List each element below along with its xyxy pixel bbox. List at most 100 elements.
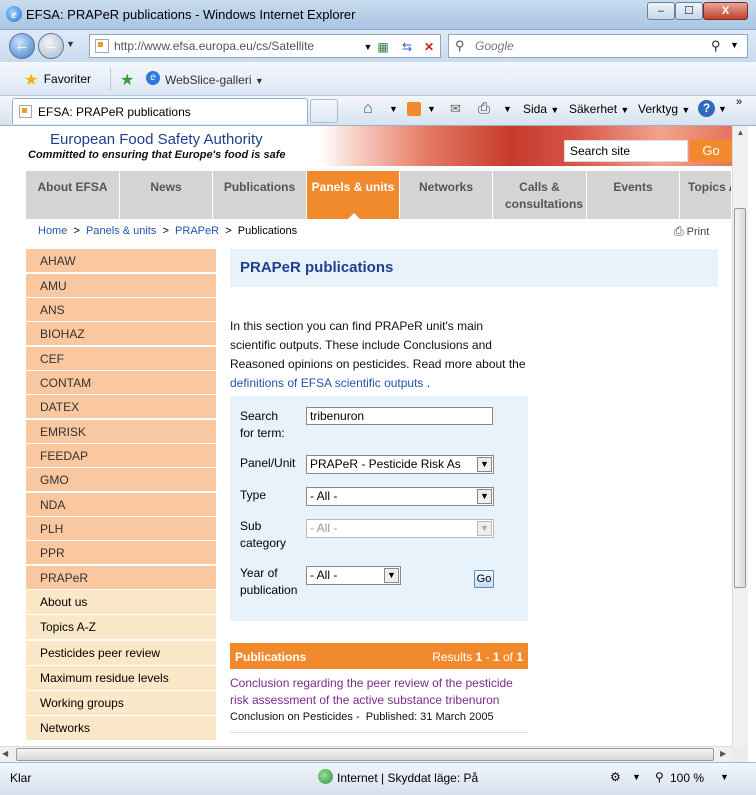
sidebar-item-emrisk[interactable]: EMRISK [26,420,216,444]
search-box[interactable]: ⚲ Google ⚲ ▼ [448,34,748,58]
address-url: http://www.efsa.europa.eu/cs/Satellite [114,39,315,53]
help-icon[interactable]: ? [698,100,715,117]
add-favorite-icon[interactable]: ★ [120,70,134,90]
nav-about-efsa[interactable]: About EFSA [26,171,120,219]
home-icon[interactable]: ⌂ [363,100,373,118]
nav-networks[interactable]: Networks [400,171,493,219]
horizontal-scrollbar[interactable]: ◀ ▶ [0,746,732,762]
favorites-button[interactable]: ★ Favoriter [24,70,91,90]
favorites-bar: ★ Favoriter ★ e WebSlice-galleri ▼ [0,62,756,96]
sidebar-item-cef[interactable]: CEF [26,347,216,371]
sidebar-item-gmo[interactable]: GMO [26,468,216,492]
sidebar-item-datex[interactable]: DATEX [26,395,216,419]
sidebar-item-plh[interactable]: PLH [26,517,216,541]
scroll-corner [732,746,748,762]
tools-menu[interactable]: Verktyg ▼ [638,102,690,116]
forward-button[interactable]: → [38,33,64,59]
horizontal-scroll-thumb[interactable] [16,748,714,761]
nav-publications[interactable]: Publications [213,171,307,219]
mode-dropdown-icon[interactable]: ▼ [632,772,641,782]
print-dropdown-icon[interactable]: ▼ [503,104,512,114]
page-menu[interactable]: Sida ▼ [523,102,559,116]
definitions-link[interactable]: definitions of EFSA scientific outputs [230,376,423,390]
sidebar-item-mrl[interactable]: Maximum residue levels [26,666,216,691]
breadcrumb-praper[interactable]: PRAPeR [175,225,219,237]
search-go-button[interactable]: Go [474,570,494,588]
ie-small-icon: e [146,71,160,85]
nav-calls-consultations[interactable]: Calls & consultations [493,171,587,219]
sidebar-item-nda[interactable]: NDA [26,493,216,517]
back-button[interactable]: ← [9,33,35,59]
home-dropdown-icon[interactable]: ▼ [389,104,398,114]
search-term-input[interactable]: tribenuron [306,407,493,425]
chevron-down-icon: ▼ [477,489,492,504]
history-dropdown-icon[interactable]: ▼ [66,39,75,49]
scroll-right-icon[interactable]: ▶ [720,749,726,758]
sidebar-item-feedap[interactable]: FEEDAP [26,444,216,468]
results-to: 1 [492,650,500,664]
protected-mode-icon[interactable]: ⚙ [610,770,621,784]
org-name[interactable]: European Food Safety Authority [50,131,263,148]
tab-efsa[interactable]: EFSA: PRAPeR publications [12,98,308,124]
zoom-dropdown-icon[interactable]: ▼ [720,772,729,782]
nav-events[interactable]: Events [587,171,680,219]
sidebar-item-biohaz[interactable]: BIOHAZ [26,322,216,346]
breadcrumb-home[interactable]: Home [38,225,67,237]
search-go-icon[interactable]: ⚲ [711,38,721,54]
sidebar-item-contam[interactable]: CONTAM [26,371,216,395]
publication-date: Published: 31 March 2005 [365,711,494,723]
search-dropdown-icon[interactable]: ▼ [730,40,739,50]
zoom-level[interactable]: 100 % [670,771,704,785]
sidebar-item-topics[interactable]: Topics A-Z [26,615,216,640]
sidebar-item-working-groups[interactable]: Working groups [26,691,216,716]
nav-topics[interactable]: Topics A [680,171,732,219]
sidebar-item-pesticides-peer-review[interactable]: Pesticides peer review [26,641,216,666]
sidebar-item-amu[interactable]: AMU [26,274,216,298]
year-select[interactable]: - All - ▼ [306,566,401,585]
sidebar-item-about-us[interactable]: About us [26,590,216,615]
address-bar[interactable]: http://www.efsa.europa.eu/cs/Satellite ▼… [89,34,441,58]
intro-text: In this section you can find PRAPeR unit… [230,317,526,393]
security-zone[interactable]: Internet | Skyddat läge: På [337,771,478,785]
webslice-gallery-link[interactable]: WebSlice-galleri ▼ [165,73,264,87]
vertical-scroll-thumb[interactable] [734,208,746,588]
mail-icon[interactable]: ✉ [450,101,461,117]
feeds-dropdown-icon[interactable]: ▼ [427,104,436,114]
feeds-icon[interactable] [407,102,421,116]
stop-icon[interactable]: ✕ [420,39,438,55]
refresh-icon[interactable]: ⇆ [398,39,416,55]
sidebar-item-ans[interactable]: ANS [26,298,216,322]
minimize-button[interactable]: – [647,2,675,20]
sub-category-select[interactable]: - All - ▼ [306,519,494,538]
printer-icon: ⎙ [674,224,684,238]
page-title-box: PRAPeR publications [230,249,718,287]
safety-menu[interactable]: Säkerhet ▼ [569,102,629,116]
nav-panels-units[interactable]: Panels & units [307,171,400,220]
sub-category-label: Sub category [240,518,286,552]
breadcrumb-separator: > [225,225,232,237]
compatibility-view-icon[interactable]: ▦ [374,39,392,55]
sidebar-item-networks[interactable]: Networks [26,716,216,741]
chevron-more-icon[interactable]: » [736,96,742,108]
publication-title-link[interactable]: Conclusion regarding the peer review of … [230,675,528,709]
type-select[interactable]: - All - ▼ [306,487,494,506]
help-dropdown-icon[interactable]: ▼ [718,104,727,114]
scroll-up-icon[interactable]: ▲ [733,128,748,137]
org-tagline: Committed to ensuring that Europe's food… [28,149,286,161]
nav-news[interactable]: News [120,171,213,219]
new-tab-button[interactable] [310,99,338,123]
scroll-left-icon[interactable]: ◀ [2,749,8,758]
breadcrumb-panels[interactable]: Panels & units [86,225,156,237]
type-label: Type [240,488,267,502]
year-label: Year of publication [240,565,297,599]
close-button[interactable]: X [703,2,748,20]
sidebar-item-ahaw[interactable]: AHAW [26,249,216,273]
panel-unit-select[interactable]: PRAPeR - Pesticide Risk As ▼ [306,455,494,474]
site-search-input[interactable]: Search site [564,140,688,162]
sidebar-item-praper[interactable]: PRAPeR [26,566,216,590]
site-search-go-button[interactable]: Go [690,140,732,162]
sidebar-item-ppr[interactable]: PPR [26,541,216,565]
maximize-button[interactable]: ☐ [675,2,703,20]
print-toolbar-icon[interactable]: ⎙ [478,100,490,117]
print-link[interactable]: ⎙ Print [674,224,709,239]
